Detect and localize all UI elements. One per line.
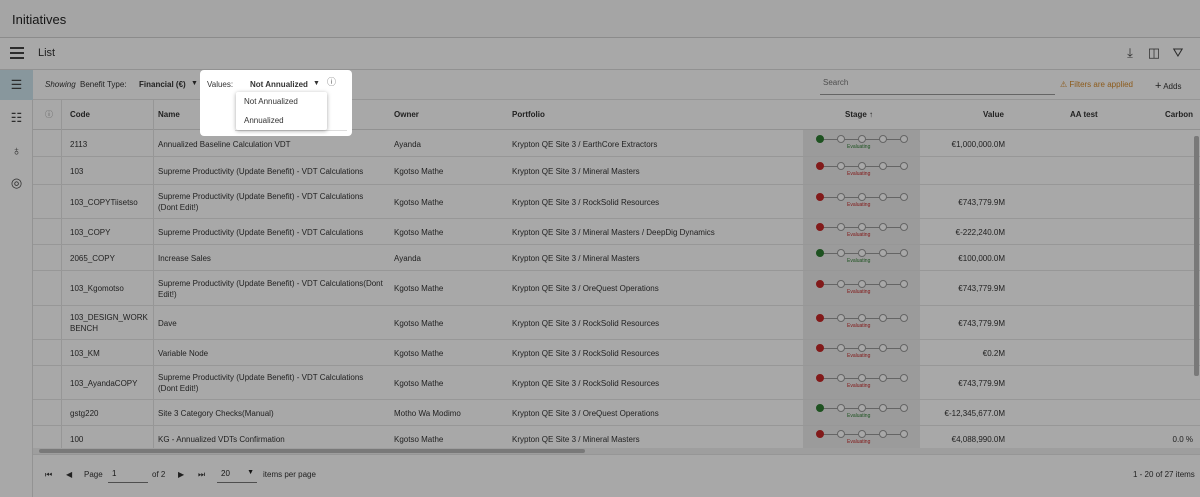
- modal-overlay[interactable]: [0, 0, 1200, 497]
- popup-divider: [235, 130, 347, 131]
- dropdown-option-annualized[interactable]: Annualized: [244, 116, 284, 125]
- chevron-down-icon[interactable]: ▼: [313, 80, 320, 87]
- dropdown-option-not-annualized[interactable]: Not Annualized: [244, 97, 298, 106]
- info-icon[interactable]: ⓘ: [327, 75, 336, 88]
- values-label: Values:: [207, 80, 234, 89]
- values-select[interactable]: Not Annualized: [250, 80, 308, 89]
- values-dropdown: Not Annualized Annualized: [236, 92, 327, 130]
